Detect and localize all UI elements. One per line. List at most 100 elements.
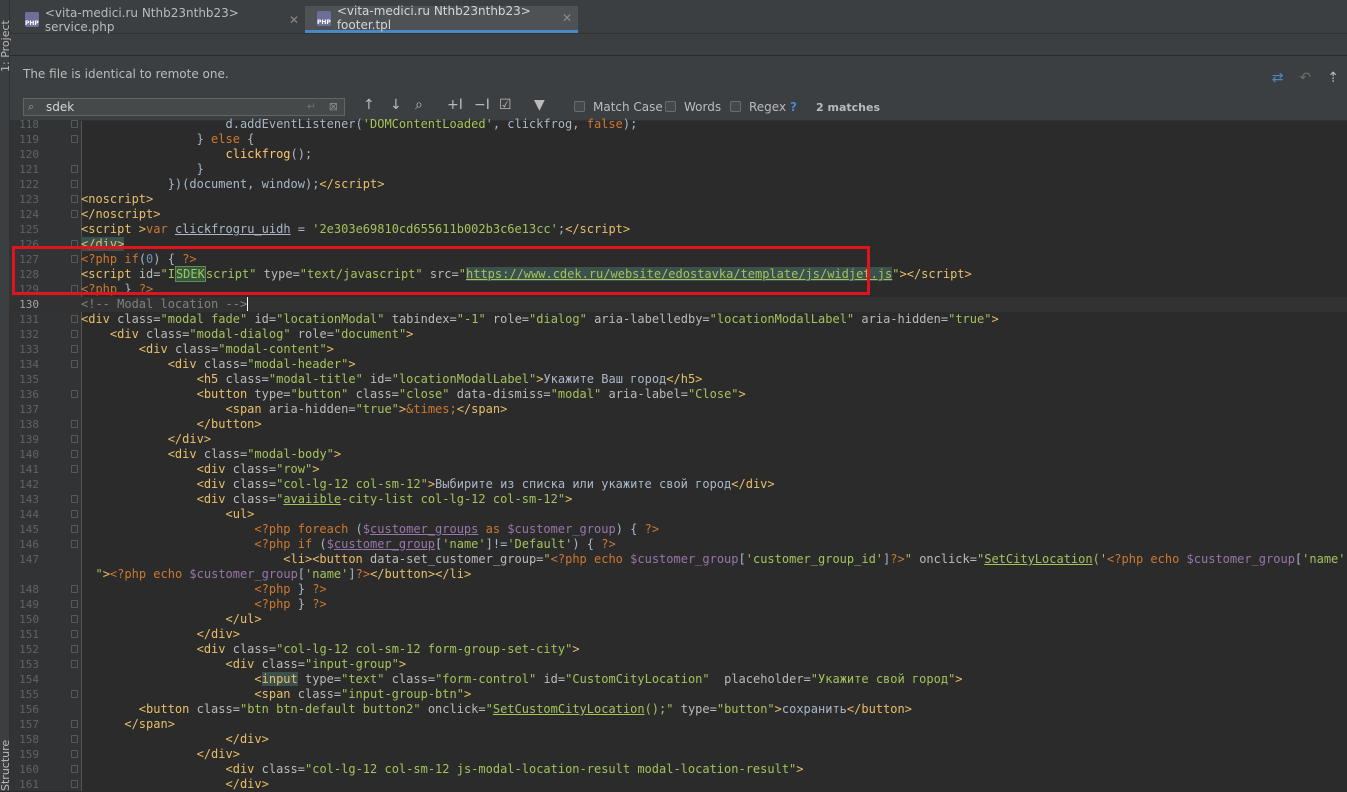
undo-icon[interactable]: ↶ (1300, 70, 1312, 86)
line-number: 136 (19, 388, 39, 401)
fold-marker[interactable] (71, 495, 78, 503)
fold-marker[interactable] (71, 465, 78, 473)
fold-marker[interactable] (71, 765, 78, 773)
filter-icon[interactable]: ▼ (534, 97, 545, 113)
line-number: 141 (19, 463, 39, 476)
fold-marker[interactable] (71, 750, 78, 758)
previous-occurrence-icon[interactable]: ↑ (363, 97, 375, 113)
upload-icon[interactable]: ⇡ (1327, 70, 1339, 86)
editor-tab-bar: PHP <vita-medici.ru Nthb23nthb23> servic… (9, 4, 1347, 34)
line-number: 152 (19, 643, 39, 656)
fold-marker[interactable] (71, 630, 78, 638)
regex-help-link[interactable]: ? (790, 100, 797, 114)
fold-marker[interactable] (71, 120, 78, 128)
code-text: </button> (196, 417, 262, 431)
search-input[interactable] (46, 100, 296, 114)
line-number: 124 (19, 208, 39, 221)
code-line: 141 <div class="row"> (9, 462, 1347, 477)
line-number: 125 (19, 223, 39, 236)
fold-marker[interactable] (71, 735, 78, 743)
project-tool-label[interactable]: 1: Project (0, 20, 12, 72)
fold-marker[interactable] (71, 435, 78, 443)
search-field[interactable]: ⌕ ↵ ⊠ (23, 98, 345, 116)
remove-occurrence-icon[interactable]: −I (474, 97, 490, 113)
fold-marker[interactable] (71, 615, 78, 623)
regex-checkbox[interactable] (730, 101, 741, 112)
code-line: 160 <div class="col-lg-12 col-sm-12 js-m… (9, 762, 1347, 777)
fold-marker[interactable] (71, 690, 78, 698)
line-number: 146 (19, 538, 39, 551)
fold-marker[interactable] (71, 180, 78, 188)
code-text: </noscript> (81, 207, 161, 221)
line-number: 145 (19, 523, 39, 536)
tab-label: <vita-medici.ru Nthb23nthb23> footer.tpl (336, 4, 531, 32)
code-text: <noscript> (81, 192, 154, 206)
fold-marker[interactable] (71, 210, 78, 218)
structure-tool-label[interactable]: Structure (0, 740, 12, 791)
fold-marker[interactable] (71, 660, 78, 668)
fold-marker[interactable] (71, 600, 78, 608)
match-case-label[interactable]: Match Case (593, 100, 663, 114)
match-case-checkbox[interactable] (574, 101, 585, 112)
find-all-icon[interactable]: ⌕ (415, 97, 423, 113)
code-text: <li><button data-set_customer_group="<?p… (283, 552, 1347, 566)
words-label[interactable]: Words (684, 100, 721, 114)
fold-marker[interactable] (71, 195, 78, 203)
words-checkbox[interactable] (665, 101, 676, 112)
code-text: <div class="input-group"> (225, 657, 407, 671)
search-icon[interactable]: ⌕ (28, 100, 34, 114)
fold-marker[interactable] (71, 450, 78, 458)
code-text: <button type="button" class="close" data… (196, 387, 746, 401)
line-number: 119 (19, 133, 39, 146)
clear-icon[interactable]: ⊠ (329, 100, 338, 113)
code-line: 161 </div> (9, 777, 1347, 792)
code-text: <?php } ?> (254, 582, 327, 596)
code-line: 135 <h5 class="modal-title" id="location… (9, 372, 1347, 387)
code-line: 124 </noscript> (9, 207, 1347, 222)
code-text: </ul> (225, 612, 262, 626)
code-line: 134 <div class="modal-header"> (9, 357, 1347, 372)
line-number: 155 (19, 688, 39, 701)
code-text: <div class="avaiible-city-list col-lg-12… (196, 492, 573, 506)
close-icon[interactable]: ✕ (562, 11, 572, 25)
fold-marker[interactable] (71, 360, 78, 368)
tab-footer-tpl[interactable]: PHP <vita-medici.ru Nthb23nthb23> footer… (305, 4, 578, 33)
fold-marker[interactable] (71, 585, 78, 593)
code-line: 122 })(document, window);</script> (9, 177, 1347, 192)
fold-marker[interactable] (71, 540, 78, 548)
line-number: 140 (19, 448, 39, 461)
code-text: <div class="col-lg-12 col-sm-12 form-gro… (196, 642, 580, 656)
fold-marker[interactable] (71, 165, 78, 173)
fold-marker[interactable] (71, 420, 78, 428)
fold-marker[interactable] (71, 720, 78, 728)
newline-icon[interactable]: ↵ (307, 100, 316, 113)
line-number: 156 (19, 703, 39, 716)
tab-service-php[interactable]: PHP <vita-medici.ru Nthb23nthb23> servic… (13, 6, 305, 34)
code-line: 140 <div class="modal-body"> (9, 447, 1347, 462)
fold-marker[interactable] (71, 390, 78, 398)
fold-marker[interactable] (71, 645, 78, 653)
compare-icon[interactable]: ⇄ (1272, 70, 1284, 86)
close-icon[interactable]: ✕ (289, 13, 299, 27)
fold-marker[interactable] (71, 330, 78, 338)
code-editor[interactable]: 118 d.addEventListener('DOMContentLoaded… (9, 117, 1347, 792)
code-line: 148 <?php } ?> (9, 582, 1347, 597)
select-all-occurrences-icon[interactable]: ☑ (499, 97, 512, 113)
fold-marker[interactable] (71, 135, 78, 143)
line-number: 139 (19, 433, 39, 446)
line-number: 151 (19, 628, 39, 641)
code-line: 133 <div class="modal-content"> (9, 342, 1347, 357)
add-occurrence-icon[interactable]: +I (447, 97, 463, 113)
fold-marker[interactable] (71, 780, 78, 788)
code-line: 142 <div class="col-lg-12 col-sm-12">Выб… (9, 477, 1347, 492)
fold-marker[interactable] (71, 345, 78, 353)
next-occurrence-icon[interactable]: ↓ (390, 97, 402, 113)
fold-marker[interactable] (71, 510, 78, 518)
code-text: <input type="text" class="form-control" … (254, 672, 963, 686)
regex-label[interactable]: Regex (749, 100, 786, 114)
code-line: 145 <?php foreach ($customer_groups as $… (9, 522, 1347, 537)
fold-marker[interactable] (71, 525, 78, 533)
annotation-highlight-box (12, 246, 870, 295)
code-text: <?php foreach ($customer_groups as $cust… (254, 522, 660, 536)
fold-marker[interactable] (71, 315, 78, 323)
